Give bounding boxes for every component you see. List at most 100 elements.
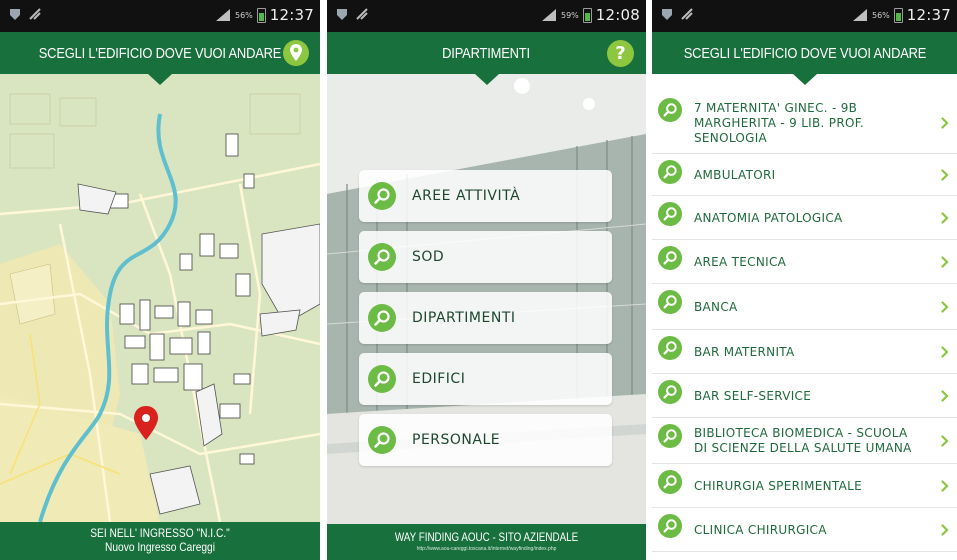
list-item[interactable]: CHIRURGIA SPERIMENTALE	[652, 464, 957, 508]
search-icon	[368, 243, 396, 271]
menu-item-sod[interactable]: SOD	[359, 231, 612, 283]
status-bar: 56% 12:37	[652, 0, 957, 32]
list-item-label: CHIRURGIA SPERIMENTALE	[694, 479, 927, 494]
location-pin-icon[interactable]	[282, 39, 310, 67]
list-item-text: BAR SELF-SERVICE	[694, 389, 812, 403]
list-item-text: CHIRURGIA SPERIMENTALE	[694, 479, 862, 493]
list-item-label: CLINICA CHIRURGICA	[694, 523, 927, 538]
search-icon	[368, 426, 396, 454]
search-icon	[658, 514, 682, 538]
list-item-text: AREA TECNICA	[694, 255, 787, 269]
usb-icon	[681, 8, 693, 20]
search-icon	[658, 290, 682, 314]
campus-map[interactable]	[0, 74, 320, 522]
list-item-label: BIBLIOTECA BIOMEDICA - SCUOLA DI SCIENZE …	[694, 426, 927, 456]
shield-icon	[337, 9, 347, 20]
battery-percent: 59%	[560, 10, 579, 20]
building-list: 7 MATERNITA' GINEC. - 9B MARGHERITA - 9 L…	[652, 92, 957, 560]
chevron-right-icon	[941, 301, 949, 313]
battery-percent: 56%	[234, 10, 253, 20]
list-item-text: BAR MATERNITA	[694, 345, 795, 359]
menu-item-label: DIPARTIMENTI	[412, 310, 516, 326]
list-item-text: BIBLIOTECA BIOMEDICA - SCUOLA	[694, 426, 908, 440]
top-bar: DIPARTIMENTI ?	[327, 32, 646, 85]
search-icon	[658, 424, 682, 448]
search-icon	[658, 98, 682, 122]
usb-icon	[29, 8, 41, 20]
footer-location-title: SEI NELL' INGRESSO "N.I.C."	[90, 526, 230, 540]
top-bar: SCEGLI L'EDIFICIO DOVE VUOI ANDARE	[0, 32, 320, 85]
list-item-text: AMBULATORI	[694, 168, 776, 182]
clock: 12:08	[595, 6, 640, 24]
chevron-right-icon	[941, 524, 949, 536]
chevron-right-icon	[941, 169, 949, 181]
list-item-label: 7 MATERNITA' GINEC. - 9B MARGHERITA - 9 L…	[694, 101, 927, 146]
search-icon	[368, 365, 396, 393]
clock: 12:37	[269, 6, 314, 24]
list-item[interactable]: AREA TECNICA	[652, 240, 957, 284]
footer-location-subtitle: Nuovo Ingresso Careggi	[105, 540, 215, 554]
list-item[interactable]: BANCA	[652, 284, 957, 330]
search-icon	[658, 246, 682, 270]
help-icon[interactable]: ?	[607, 40, 634, 67]
search-icon	[368, 304, 396, 332]
site-footer[interactable]: WAY FINDING AOUC - SITO AZIENDALE http:/…	[327, 524, 646, 560]
list-item[interactable]: BAR MATERNITA	[652, 330, 957, 374]
menu-item-aree-attivita[interactable]: AREE ATTIVITÀ	[359, 170, 612, 222]
menu-item-label: EDIFICI	[412, 371, 466, 387]
location-footer: SEI NELL' INGRESSO "N.I.C." Nuovo Ingres…	[0, 522, 320, 560]
search-icon	[658, 380, 682, 404]
footer-link-title: WAY FINDING AOUC - SITO AZIENDALE	[394, 530, 579, 544]
page-title: DIPARTIMENTI	[442, 44, 531, 62]
list-item-text: BANCA	[694, 300, 738, 314]
status-bar: 59% 12:08	[327, 0, 646, 32]
page-title: SCEGLI L'EDIFICIO DOVE VUOI ANDARE	[38, 44, 282, 62]
signal-icon	[541, 9, 556, 21]
clock: 12:37	[906, 6, 951, 24]
signal-icon	[852, 9, 867, 21]
chevron-right-icon	[941, 480, 949, 492]
menu-item-label: PERSONALE	[412, 432, 501, 448]
list-item[interactable]: 7 MATERNITA' GINEC. - 9B MARGHERITA - 9 L…	[652, 92, 957, 154]
list-item-label: ANATOMIA PATOLOGICA	[694, 211, 927, 226]
list-item[interactable]: ANATOMIA PATOLOGICA	[652, 196, 957, 240]
signal-icon	[215, 9, 230, 21]
building-list-screen: 56% 12:37 SCEGLI L'EDIFICIO DOVE VUOI AN…	[652, 0, 957, 560]
menu-item-personale[interactable]: PERSONALE	[359, 414, 612, 466]
search-icon	[658, 202, 682, 226]
map-screen: 56% 12:37 SCEGLI L'EDIFICIO DOVE VUOI AN…	[0, 0, 320, 560]
battery-icon	[256, 7, 266, 23]
chevron-right-icon	[941, 212, 949, 224]
list-item-text: 7 MATERNITA' GINEC. - 9B	[694, 101, 858, 115]
footer-url: http://www.aou-careggi.toscana.it/intern…	[416, 546, 557, 552]
list-item-label: BAR SELF-SERVICE	[694, 389, 927, 404]
battery-icon	[582, 7, 592, 23]
top-bar: SCEGLI L'EDIFICIO DOVE VUOI ANDARE	[652, 32, 957, 85]
list-item[interactable]: CLINICA CHIRURGICA	[652, 508, 957, 552]
page-title: SCEGLI L'EDIFICIO DOVE VUOI ANDARE	[683, 44, 926, 62]
chevron-right-icon	[941, 256, 949, 268]
list-item-label: BANCA	[694, 300, 927, 315]
shield-icon	[662, 9, 672, 20]
list-item-text: SENOLOGIA	[694, 131, 768, 145]
chevron-right-icon	[941, 346, 949, 358]
menu-screen: 59% 12:08 DIPARTIMENTI ? AREE ATTIVITÀ S…	[327, 0, 646, 560]
menu-item-dipartimenti[interactable]: DIPARTIMENTI	[359, 292, 612, 344]
list-item[interactable]: BIBLIOTECA BIOMEDICA - SCUOLA DI SCIENZE …	[652, 418, 957, 464]
list-item[interactable]: BAR SELF-SERVICE	[652, 374, 957, 418]
menu-item-label: SOD	[412, 249, 445, 265]
battery-percent: 56%	[871, 10, 890, 20]
search-icon	[658, 160, 682, 184]
chevron-right-icon	[941, 117, 949, 129]
menu-item-label: AREE ATTIVITÀ	[412, 188, 521, 204]
category-menu: AREE ATTIVITÀ SOD DIPARTIMENTI EDIFICI P…	[359, 170, 612, 475]
chevron-right-icon	[941, 390, 949, 402]
list-item[interactable]: AMBULATORI	[652, 154, 957, 196]
list-item-text: DI SCIENZE DELLA SALUTE UMANA	[694, 441, 912, 455]
list-item-text: CLINICA CHIRURGICA	[694, 523, 827, 537]
list-item-label: AMBULATORI	[694, 168, 927, 183]
usb-icon	[356, 8, 368, 20]
map-graphic	[0, 74, 320, 522]
menu-item-edifici[interactable]: EDIFICI	[359, 353, 612, 405]
shield-icon	[10, 9, 20, 20]
